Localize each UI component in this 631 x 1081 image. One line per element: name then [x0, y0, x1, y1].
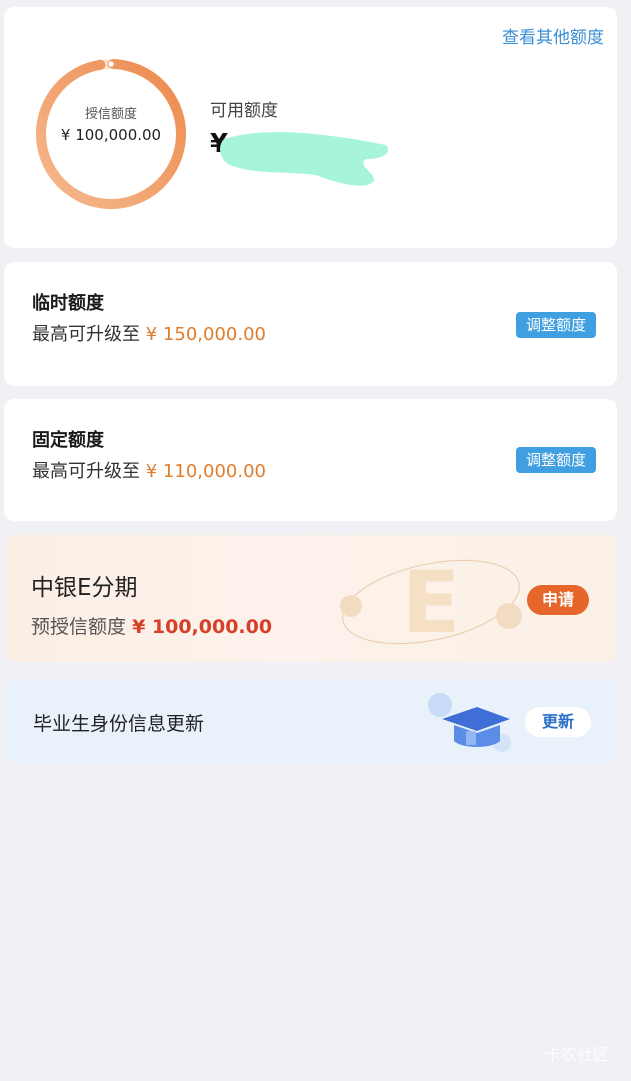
fixed-limit-subtitle: 最高可升级至 ¥ 110,000.00	[32, 457, 266, 483]
temporary-limit-title: 临时额度	[32, 293, 104, 314]
adjust-fixed-limit-button[interactable]: 调整额度	[516, 447, 596, 473]
apply-button[interactable]: 申请	[527, 585, 589, 615]
deco-orb-left	[340, 595, 362, 617]
fixed-limit-amount: ¥ 110,000.00	[145, 461, 266, 482]
update-button[interactable]: 更新	[525, 707, 591, 737]
ring-start-dot	[107, 60, 115, 68]
pre-credit-amount: ¥ 100,000.00	[132, 616, 273, 638]
graduate-update-title: 毕业生身份信息更新	[33, 713, 205, 735]
e-deco-letter: E	[402, 553, 461, 653]
fixed-limit-title: 固定额度	[32, 430, 104, 451]
e-installment-card[interactable]: E 中银E分期 预授信额度 ¥ 100,000.00 申请	[6, 535, 616, 662]
redaction-mark	[220, 132, 389, 186]
view-other-limits-link[interactable]: 查看其他额度	[502, 23, 604, 48]
adjust-temporary-limit-button[interactable]: 调整额度	[516, 312, 596, 338]
temporary-limit-card: 临时额度 最高可升级至 ¥ 150,000.00 调整额度	[4, 262, 617, 386]
e-letter-decoration: E	[340, 553, 522, 653]
fixed-limit-card: 固定额度 最高可升级至 ¥ 110,000.00 调整额度	[4, 399, 617, 521]
temporary-limit-prefix: 最高可升级至	[32, 324, 140, 345]
temporary-limit-amount: ¥ 150,000.00	[145, 324, 266, 345]
credit-overview-card: 查看其他额度 授信额度 ¥ 100,000.00 可用额度 ¥	[4, 7, 617, 248]
e-installment-title: 中银E分期	[31, 575, 138, 601]
fixed-limit-prefix: 最高可升级至	[32, 461, 140, 482]
graduation-cap-icon	[428, 693, 511, 752]
pre-credit-label: 预授信额度	[31, 616, 127, 638]
credit-limit-value: ¥ 100,000.00	[60, 126, 162, 144]
graduate-update-card[interactable]: 毕业生身份信息更新 更新	[4, 679, 617, 763]
credit-limit-label: 授信额度	[84, 107, 137, 122]
available-limit-label: 可用额度	[210, 101, 278, 121]
deco-orb-right	[496, 603, 522, 629]
e-installment-subtitle: 预授信额度 ¥ 100,000.00	[31, 612, 272, 639]
watermark: 卡农社区	[544, 1045, 609, 1064]
temporary-limit-subtitle: 最高可升级至 ¥ 150,000.00	[32, 320, 266, 346]
